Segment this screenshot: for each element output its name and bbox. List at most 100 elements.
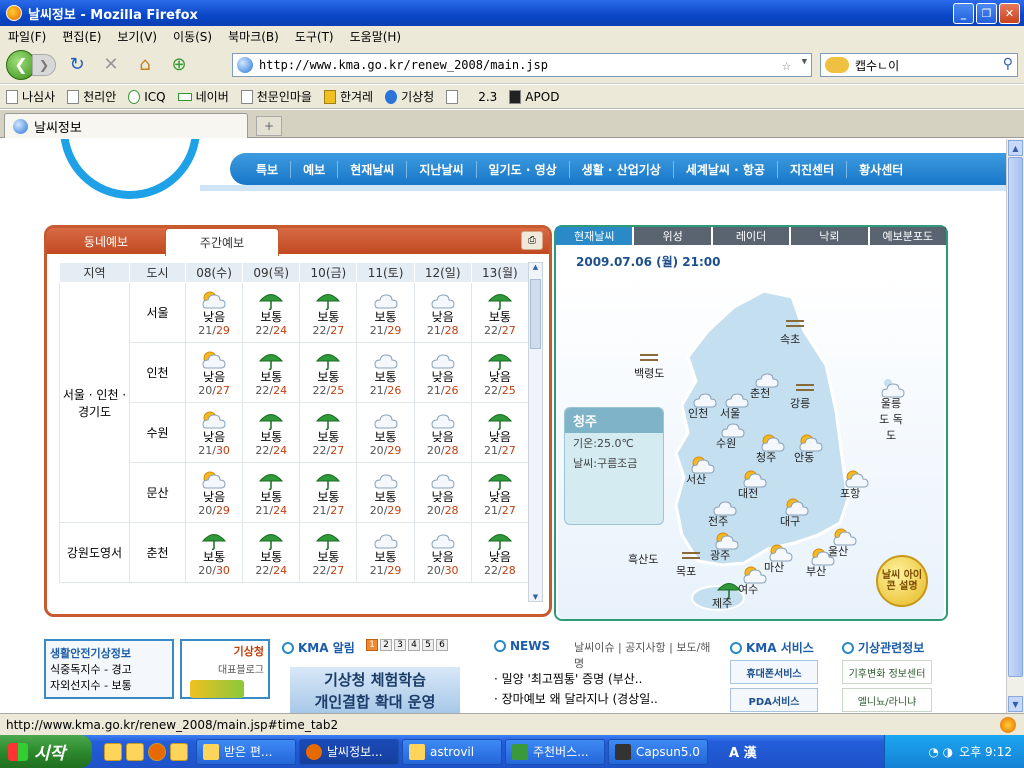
map-weather-icon[interactable] xyxy=(810,545,835,566)
nav-forecast[interactable]: 예보 xyxy=(291,160,339,178)
forecast-cell[interactable]: 보통 22/25 xyxy=(299,342,358,403)
pda-service-button[interactable]: PDA서비스 xyxy=(730,688,818,712)
map-city-label[interactable]: 대전 xyxy=(738,485,758,501)
climate-change-button[interactable]: 기후변화 정보센터 xyxy=(842,660,932,684)
new-tab-button[interactable]: + xyxy=(256,116,282,136)
stop-icon[interactable]: ✕ xyxy=(98,52,124,78)
nav-warning[interactable]: 특보 xyxy=(244,160,292,178)
city-cell[interactable]: 춘천 xyxy=(129,522,186,583)
scroll-down-icon[interactable]: ▼ xyxy=(529,593,542,601)
scroll-up-icon[interactable]: ▲ xyxy=(529,263,542,271)
forecast-cell[interactable]: 낮음 20/29 xyxy=(184,462,244,523)
minimize-button[interactable]: _ xyxy=(953,3,974,24)
forecast-cell[interactable]: 보통 22/24 xyxy=(242,282,301,343)
page-3[interactable]: 3 xyxy=(394,639,406,651)
home-icon[interactable]: ⌂ xyxy=(132,52,158,78)
tab-forecast-map[interactable]: 예보분포도 xyxy=(869,227,947,245)
map-weather-icon[interactable] xyxy=(844,467,869,488)
map-city-label[interactable]: 인천 xyxy=(688,405,708,421)
forecast-cell[interactable]: 보통 22/27 xyxy=(470,282,530,343)
forecast-cell[interactable]: 보통 22/27 xyxy=(299,402,358,463)
forecast-cell[interactable]: 보통 21/27 xyxy=(299,462,358,523)
scroll-thumb[interactable] xyxy=(530,279,541,349)
map-city-label[interactable]: 목포 xyxy=(676,563,696,579)
bookmark-item[interactable]: 2.3 xyxy=(446,89,497,104)
map-city-label[interactable]: 청주 xyxy=(756,449,776,465)
map-city-label[interactable]: 전주 xyxy=(708,513,728,529)
close-button[interactable]: ✕ xyxy=(999,3,1020,24)
menu-tools[interactable]: 도구(T) xyxy=(295,28,334,45)
forecast-cell[interactable]: 보통 22/27 xyxy=(299,522,358,583)
city-cell[interactable]: 수원 xyxy=(129,402,186,463)
map-weather-icon[interactable] xyxy=(784,495,809,516)
forecast-cell[interactable]: 낮음 21/28 xyxy=(413,282,472,343)
taskbar-button[interactable]: 주천버스... xyxy=(505,738,605,765)
map-weather-icon[interactable] xyxy=(680,545,700,561)
taskbar-button[interactable]: 날씨정보... xyxy=(299,738,399,765)
blog-box[interactable]: 기상청 대표블로그 xyxy=(180,639,270,699)
forecast-cell[interactable]: 낮음 20/30 xyxy=(413,522,472,583)
add-bookmark-icon[interactable]: ⊕ xyxy=(166,52,192,78)
safety-info-box[interactable]: 생활안전기상정보 식중독지수 - 경고 자외선지수 - 보통 xyxy=(44,639,174,699)
app-icon[interactable] xyxy=(170,742,188,761)
forecast-cell[interactable]: 보통 21/24 xyxy=(242,462,301,523)
desktop-icon[interactable] xyxy=(104,742,122,761)
reload-icon[interactable]: ↻ xyxy=(64,52,90,78)
weather-icon-legend-button[interactable]: 날씨 아이콘 설명 xyxy=(876,555,928,607)
tab-radar[interactable]: 레이더 xyxy=(712,227,790,245)
forecast-cell[interactable]: 낮음 21/27 xyxy=(470,462,530,523)
map-city-label[interactable]: 대구 xyxy=(780,513,800,529)
folder-icon[interactable] xyxy=(126,742,144,761)
map-weather-icon[interactable] xyxy=(760,431,785,452)
map-city-label[interactable]: 울릉도 독도 xyxy=(876,395,906,443)
menu-go[interactable]: 이동(S) xyxy=(173,28,212,45)
news-item[interactable]: · 밀양 '최고찜통' 증명 (부산.. xyxy=(494,669,658,689)
forecast-cell[interactable]: 낮음 21/30 xyxy=(184,402,244,463)
taskbar-button[interactable]: astrovil xyxy=(402,738,502,765)
scroll-thumb[interactable] xyxy=(1008,157,1023,677)
forecast-cell[interactable]: 보통 22/24 xyxy=(242,402,301,463)
bookmark-item[interactable]: 나심사 xyxy=(6,88,55,105)
map-city-label[interactable]: 강릉 xyxy=(790,395,810,411)
nav-world[interactable]: 세계날씨 · 항공 xyxy=(674,160,778,178)
map-city-label[interactable]: 포항 xyxy=(840,485,860,501)
tab-satellite[interactable]: 위성 xyxy=(634,227,711,245)
forecast-cell[interactable]: 낮음 20/28 xyxy=(413,402,472,463)
forecast-cell[interactable]: 보통 21/29 xyxy=(356,522,415,583)
map-city-label[interactable]: 수원 xyxy=(716,435,736,451)
tab-weather[interactable]: 날씨정보 xyxy=(4,113,248,138)
page-4[interactable]: 4 xyxy=(408,639,420,651)
ime-indicator[interactable]: A 漢 xyxy=(729,742,757,761)
nav-chart[interactable]: 일기도 · 영상 xyxy=(477,160,570,178)
map-weather-icon[interactable] xyxy=(794,377,814,393)
map-weather-icon[interactable] xyxy=(798,431,823,452)
city-cell[interactable]: 문산 xyxy=(129,462,186,523)
firefox-status-icon[interactable] xyxy=(1000,717,1016,733)
nav-earthquake[interactable]: 지진센터 xyxy=(778,160,848,178)
map-weather-icon[interactable] xyxy=(720,417,745,438)
map-city-label[interactable]: 속초 xyxy=(780,331,800,347)
nav-yellowdust[interactable]: 황사센터 xyxy=(847,161,915,178)
tab-lightning[interactable]: 낙뢰 xyxy=(791,227,868,245)
tab-current-weather[interactable]: 현재날씨 xyxy=(556,227,633,245)
forecast-cell[interactable]: 보통 22/27 xyxy=(299,282,358,343)
map-weather-icon[interactable] xyxy=(768,541,793,562)
map-city-label[interactable]: 광주 xyxy=(710,547,730,563)
forecast-cell[interactable]: 보통 21/26 xyxy=(356,342,415,403)
news-item[interactable]: · 장마예보 왜 달라지나 (경상일.. xyxy=(494,689,658,709)
start-button[interactable]: 시작 xyxy=(0,735,92,768)
city-cell[interactable]: 인천 xyxy=(129,342,186,403)
menu-bookmarks[interactable]: 북마크(B) xyxy=(228,28,279,45)
map-weather-icon[interactable] xyxy=(712,495,737,516)
forecast-cell[interactable]: 보통 21/29 xyxy=(356,282,415,343)
menu-help[interactable]: 도움말(H) xyxy=(350,28,402,45)
firefox-icon[interactable] xyxy=(148,742,166,761)
window-titlebar[interactable]: 날씨정보 - Mozilla Firefox _ ❐ ✕ xyxy=(0,0,1024,26)
bookmark-item[interactable]: APOD xyxy=(509,89,559,104)
map-weather-icon[interactable] xyxy=(832,525,857,546)
forecast-cell[interactable]: 보통 20/29 xyxy=(356,462,415,523)
tray-icons[interactable]: ◔ ◑ xyxy=(928,745,953,759)
bookmark-item[interactable]: ICQ xyxy=(128,89,166,104)
map-weather-icon[interactable] xyxy=(784,313,804,329)
map-weather-icon[interactable] xyxy=(690,453,715,474)
